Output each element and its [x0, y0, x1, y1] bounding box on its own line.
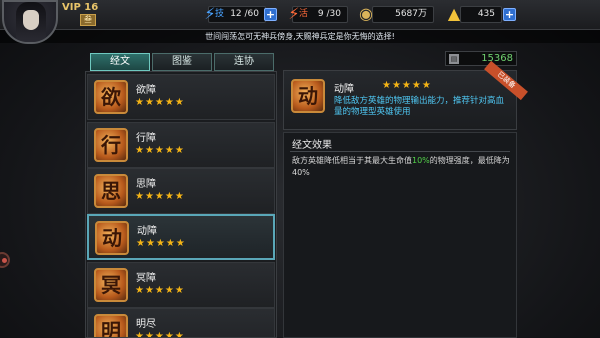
scripture-glyph: 思 — [101, 179, 121, 203]
scripture-icon: 动 — [95, 221, 129, 255]
effect-highlight: 10% — [412, 156, 430, 165]
list-item[interactable]: 思 思障 ★★★★★ — [87, 168, 275, 214]
star-rating: ★★★★★ — [135, 191, 185, 202]
scripture-icon: 明 — [94, 314, 128, 338]
scripture-glyph: 冥 — [101, 273, 121, 297]
add-stamina-button[interactable]: + — [264, 8, 277, 21]
coin-counter: 5687万 — [372, 6, 434, 23]
top-bar: VIP 16 叁 ⚡ 技 12 /60 + ⚡ 活 9 /30 ◉ 5687万 … — [0, 0, 600, 44]
star-rating: ★★★★★ — [136, 238, 186, 249]
avatar-face — [23, 10, 39, 30]
scripture-glyph: 动 — [102, 226, 122, 250]
detail-name: 动障 — [334, 84, 354, 95]
star-rating: ★★★★★ — [135, 145, 185, 156]
scripture-icon: 行 — [94, 128, 128, 162]
detail-star-rating: ★★★★★ — [382, 80, 432, 91]
ingot-value: 435 — [477, 9, 495, 19]
game-screen: VIP 16 叁 ⚡ 技 12 /60 + ⚡ 活 9 /30 ◉ 5687万 … — [0, 0, 600, 338]
list-item[interactable]: 行 行障 ★★★★★ — [87, 122, 275, 168]
divider — [290, 151, 510, 152]
scripture-icon: 思 — [94, 174, 128, 208]
item-name: 行障 — [136, 133, 156, 144]
currency-box: ▤ 15368 — [445, 51, 517, 66]
list-item[interactable]: 冥 冥障 ★★★★★ — [87, 262, 275, 308]
star-rating: ★★★★★ — [135, 285, 185, 296]
detail-description: 降低敌方英雄的物理输出能力，推荐针对高血量的物理型英雄使用 — [334, 96, 505, 117]
effect-panel: 经文效果 敌方英雄降低相当于其最大生命值10%的物理强度，最低降为40% — [283, 132, 517, 338]
item-name: 动障 — [137, 226, 157, 237]
effect-title: 经文效果 — [292, 140, 332, 151]
tab-scriptures[interactable]: 经文 — [90, 53, 150, 71]
scripture-glyph: 欲 — [101, 85, 121, 109]
rank-badge: 叁 — [80, 14, 96, 26]
scripture-icon: 欲 — [94, 80, 128, 114]
lightning-icon: ⚡ — [204, 4, 216, 23]
stamina-value: 12 /60 — [230, 9, 259, 19]
effect-text-part: 敌方英雄降低相当于其最大生命值 — [292, 156, 412, 165]
announcement-marquee: 世间闯荡怎可无神兵傍身,天赐神兵定是你无悔的选择! — [0, 30, 600, 43]
coin-icon: ◉ — [359, 4, 373, 23]
scripture-glyph: 明 — [101, 319, 121, 338]
item-name: 思障 — [136, 179, 156, 190]
flame-icon: ⚡ — [288, 4, 300, 23]
list-item[interactable]: 明 明尽 ★★★★★ — [87, 308, 275, 338]
equipped-ribbon: 已装备 — [484, 60, 528, 101]
tab-combo[interactable]: 连协 — [214, 53, 274, 71]
ingot-counter: 435 — [460, 6, 502, 23]
currency-value: 15368 — [481, 53, 513, 64]
effect-text: 敌方英雄降低相当于其最大生命值10%的物理强度，最低降为40% — [292, 155, 510, 179]
scripture-glyph: 动 — [298, 84, 318, 108]
scripture-detail: 动 动障 ★★★★★ 降低敌方英雄的物理输出能力，推荐针对高血量的物理型英雄使用… — [283, 60, 528, 130]
energy-value: 9 /30 — [317, 9, 341, 19]
add-ingot-button[interactable]: + — [503, 8, 516, 21]
side-menu-toggle[interactable] — [0, 252, 10, 268]
scripture-icon: 动 — [291, 79, 325, 113]
scripture-list[interactable]: 欲 欲障 ★★★★★ 行 行障 ★★★★★ 思 思障 ★★★★★ 动 动障 ★★… — [85, 71, 277, 338]
vip-level: VIP 16 — [62, 2, 99, 13]
coin-value: 5687万 — [395, 9, 427, 19]
scripture-icon: 冥 — [94, 268, 128, 302]
scripture-glyph: 行 — [101, 133, 121, 157]
scroll-currency-icon: ▤ — [449, 54, 459, 64]
list-item[interactable]: 欲 欲障 ★★★★★ — [87, 74, 275, 120]
list-item-selected[interactable]: 动 动障 ★★★★★ — [87, 214, 275, 260]
item-name: 欲障 — [136, 85, 156, 96]
item-name: 冥障 — [136, 273, 156, 284]
star-rating: ★★★★★ — [135, 331, 185, 338]
item-name: 明尽 — [136, 319, 156, 330]
gold-ingot-icon: ▲ — [447, 4, 461, 23]
side-dot-icon — [2, 258, 7, 263]
tab-codex[interactable]: 图鉴 — [152, 53, 212, 71]
star-rating: ★★★★★ — [135, 97, 185, 108]
